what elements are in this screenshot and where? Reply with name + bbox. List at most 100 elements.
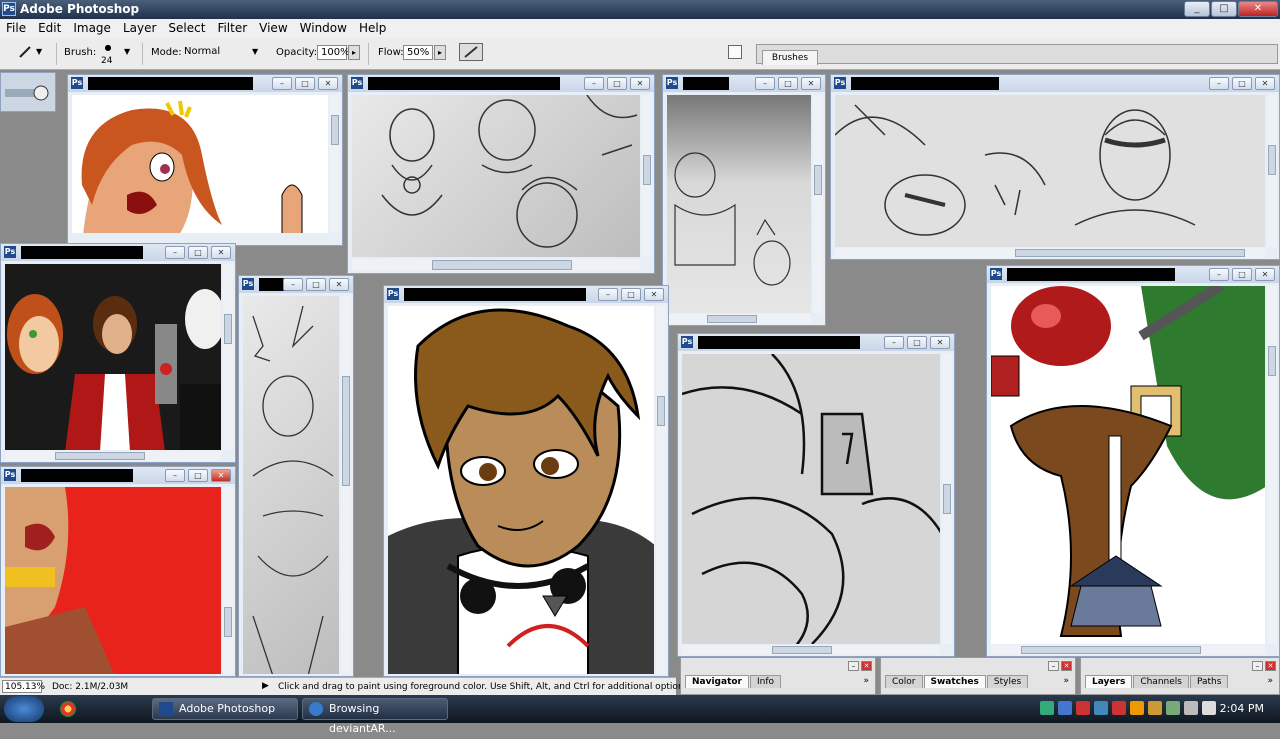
palette-minimize-button[interactable]: – [1252,661,1263,671]
doc-close-button[interactable]: ✕ [930,336,950,349]
tray-icon[interactable] [1076,701,1090,715]
doc-minimize-button[interactable]: – [755,77,775,90]
status-menu-icon[interactable]: ▶ [262,681,269,691]
scroll-thumb[interactable] [1021,646,1201,654]
doc-canvas[interactable] [991,286,1265,644]
doc-window[interactable]: Ps – □ ✕ [347,74,655,274]
vertical-scrollbar[interactable] [642,95,652,257]
scroll-thumb[interactable] [331,115,339,145]
opacity-input[interactable]: 100% [317,45,350,60]
doc-close-button[interactable]: ✕ [211,469,231,482]
doc-minimize-button[interactable]: – [272,77,292,90]
brush-size[interactable]: 24 [101,56,112,66]
doc-window[interactable]: Ps – □ ✕ [0,466,236,677]
doc-maximize-button[interactable]: □ [188,246,208,259]
doc-close-button[interactable]: ✕ [318,77,338,90]
scroll-thumb[interactable] [643,155,651,185]
tab-color[interactable]: Color [885,675,923,688]
doc-close-button[interactable]: ✕ [801,77,821,90]
maximize-button[interactable]: □ [1211,1,1237,17]
palette-minimize-button[interactable]: – [1048,661,1059,671]
tab-info[interactable]: Info [750,675,782,688]
scroll-thumb[interactable] [224,607,232,637]
doc-minimize-button[interactable]: – [1209,77,1229,90]
menu-view[interactable]: View [253,19,293,37]
tab-paths[interactable]: Paths [1189,675,1229,688]
mode-dropdown-icon[interactable]: ▼ [252,47,258,56]
horizontal-scrollbar[interactable] [682,645,940,655]
doc-canvas[interactable] [72,95,328,233]
doc-canvas[interactable] [388,306,654,674]
close-button[interactable]: ✕ [1238,1,1278,17]
tray-icon[interactable] [1094,701,1108,715]
doc-close-button[interactable]: ✕ [329,278,349,291]
doc-minimize-button[interactable]: – [1209,268,1229,281]
palette-minimize-button[interactable]: – [848,661,859,671]
scroll-thumb[interactable] [1268,346,1276,376]
doc-window[interactable]: Ps – □ ✕ [383,285,669,677]
tab-swatches[interactable]: Swatches [923,675,986,688]
flow-input[interactable]: 50% [403,45,433,60]
doc-canvas[interactable] [835,95,1265,247]
palette-well-icon[interactable] [728,45,742,59]
doc-window[interactable]: Ps – □ ✕ [238,275,354,677]
brush-picker-dropdown[interactable]: ▼ [124,47,130,56]
doc-window[interactable]: Ps – □ ✕ [67,74,343,246]
menu-image[interactable]: Image [67,19,117,37]
network-icon[interactable] [1184,701,1198,715]
doc-maximize-button[interactable]: □ [1232,77,1252,90]
menu-window[interactable]: Window [294,19,353,37]
tray-icon[interactable] [1058,701,1072,715]
palette-menu-icon[interactable]: » [1063,676,1069,686]
menu-layer[interactable]: Layer [117,19,162,37]
scroll-thumb[interactable] [657,396,665,426]
doc-window[interactable]: Ps – □ ✕ [0,243,236,463]
palette-close-button[interactable]: ✕ [1265,661,1276,671]
doc-close-button[interactable]: ✕ [630,77,650,90]
start-button[interactable] [4,696,44,722]
scroll-thumb[interactable] [432,260,572,270]
menu-select[interactable]: Select [162,19,211,37]
doc-close-button[interactable]: ✕ [1255,77,1275,90]
tray-icon[interactable] [1040,701,1054,715]
menu-help[interactable]: Help [353,19,392,37]
menu-edit[interactable]: Edit [32,19,67,37]
vertical-scrollbar[interactable] [1267,286,1277,644]
doc-close-button[interactable]: ✕ [644,288,664,301]
doc-canvas[interactable] [5,264,221,450]
flow-slider-button[interactable]: ▸ [434,45,446,60]
taskbar-item-browser[interactable]: Browsing deviantAR... [302,698,448,735]
doc-window[interactable]: Ps –□✕ 01 [986,265,1280,657]
doc-maximize-button[interactable]: □ [306,278,326,291]
doc-minimize-button[interactable]: – [884,336,904,349]
vertical-scrollbar[interactable] [223,487,233,674]
scroll-thumb[interactable] [707,315,757,323]
scroll-thumb[interactable] [1268,145,1276,175]
horizontal-scrollbar[interactable] [5,451,221,461]
tray-icon[interactable] [1166,701,1180,715]
vertical-scrollbar[interactable] [341,296,351,674]
tab-styles[interactable]: Styles [986,675,1029,688]
volume-icon[interactable] [1202,701,1216,715]
doc-size[interactable]: Doc: 2.1M/2.03M [52,682,128,692]
doc-close-button[interactable]: ✕ [211,246,231,259]
scroll-thumb[interactable] [943,484,951,514]
ps-icon[interactable]: Ps [2,2,16,16]
menu-filter[interactable]: Filter [211,19,253,37]
horizontal-scrollbar[interactable] [352,259,640,271]
tab-layers[interactable]: Layers [1085,675,1133,688]
horizontal-scrollbar[interactable] [835,248,1265,258]
vertical-scrollbar[interactable] [1267,95,1277,247]
tool-preset-dropdown[interactable]: ▼ [36,47,42,56]
tray-icon[interactable] [1130,701,1144,715]
horizontal-scrollbar[interactable] [667,314,811,324]
doc-window[interactable]: Ps – □ ✕ [662,74,826,326]
menu-file[interactable]: File [0,19,32,37]
vertical-scrollbar[interactable] [330,95,340,233]
doc-canvas[interactable] [667,95,811,313]
doc-maximize-button[interactable]: □ [295,77,315,90]
scroll-thumb[interactable] [342,376,350,486]
doc-window[interactable]: Ps – □ ✕ [830,74,1280,260]
chrome-icon[interactable] [60,701,76,717]
vertical-scrollbar[interactable] [942,354,952,644]
